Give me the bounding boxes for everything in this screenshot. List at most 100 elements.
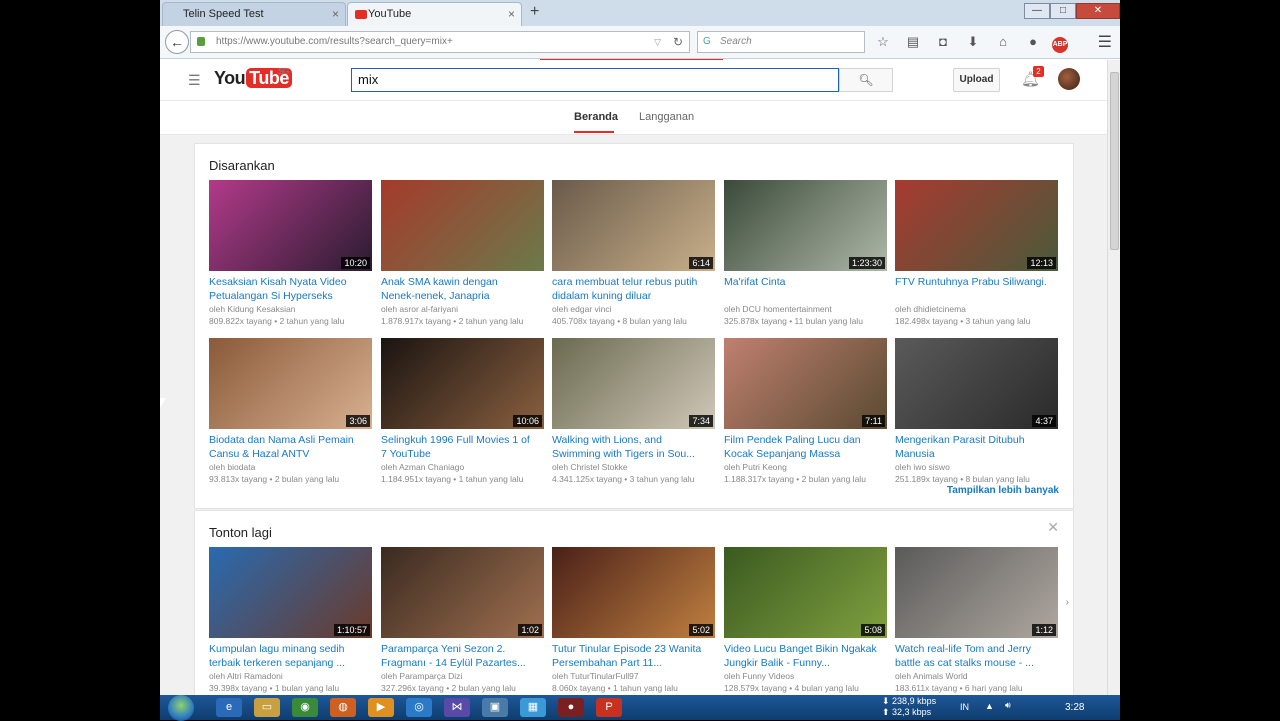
bookmark-star-icon[interactable]: ☆ — [872, 32, 894, 52]
video-thumbnail[interactable]: 3:06 — [209, 338, 372, 429]
close-tab-icon[interactable]: × — [508, 3, 515, 25]
video-thumbnail[interactable]: 7:11 — [724, 338, 887, 429]
download-icon[interactable]: ⬇ — [962, 32, 984, 52]
video-card[interactable]: Anak SMA kawin dengan Nenek-nenek, Janap… — [381, 180, 544, 327]
video-card[interactable]: 1:23:30 Ma'rifat Cinta oleh DCU homenterta… — [724, 180, 887, 327]
avatar[interactable] — [1058, 68, 1080, 90]
app-icon[interactable]: ◎ — [406, 698, 432, 717]
vs-icon[interactable]: ⋈ — [444, 698, 470, 717]
video-title[interactable]: Anak SMA kawin dengan Nenek-nenek, Janap… — [381, 275, 544, 303]
pocket-icon[interactable]: ◘ — [932, 32, 954, 52]
video-title[interactable]: Mengerikan Parasit Ditubuh Manusia — [895, 433, 1058, 461]
video-title[interactable]: Biodata dan Nama Asli Pemain Cansu & Haz… — [209, 433, 372, 461]
close-window-button[interactable]: ✕ — [1076, 3, 1120, 19]
folders-icon[interactable]: ▦ — [520, 698, 546, 717]
video-card[interactable]: 3:06 Biodata dan Nama Asli Pemain Cansu &… — [209, 338, 372, 485]
guide-menu-icon[interactable]: ☰ — [188, 72, 201, 89]
video-card[interactable]: 10:20 Kesaksian Kisah Nyata Video Petuala… — [209, 180, 372, 327]
recorder-icon[interactable]: ● — [558, 698, 584, 717]
video-channel[interactable]: oleh edgar vinci — [552, 303, 715, 315]
video-card[interactable]: 7:34 Walking with Lions, and Swimming wit… — [552, 338, 715, 485]
video-title[interactable]: Paramparça Yeni Sezon 2. Fragmanı - 14 E… — [381, 642, 544, 670]
video-channel[interactable]: oleh Animals World — [895, 670, 1058, 682]
video-title[interactable]: Ma'rifat Cinta — [724, 275, 887, 303]
firefox-icon[interactable]: ◍ — [330, 698, 356, 717]
window-icon[interactable]: ▣ — [482, 698, 508, 717]
minimize-button[interactable]: — — [1024, 3, 1050, 19]
video-thumbnail[interactable]: 4:37 — [895, 338, 1058, 429]
video-channel[interactable]: oleh Putri Keong — [724, 461, 887, 473]
adblock-icon[interactable]: ABP — [1052, 37, 1068, 53]
video-title[interactable]: Tutur Tinular Episode 23 Wanita Persemba… — [552, 642, 715, 670]
video-channel[interactable]: oleh Azman Chaniago — [381, 461, 544, 473]
video-thumbnail[interactable]: 7:34 — [552, 338, 715, 429]
video-card[interactable]: 6:14 cara membuat telur rebus putih didal… — [552, 180, 715, 327]
video-thumbnail[interactable]: 6:14 — [552, 180, 715, 271]
youtube-logo[interactable]: You Tube SG — [214, 67, 292, 92]
video-title[interactable]: Watch real-life Tom and Jerry battle as … — [895, 642, 1058, 670]
video-channel[interactable]: oleh dhidietcinema — [895, 303, 1058, 315]
video-thumbnail[interactable]: 5:02 — [552, 547, 715, 638]
video-channel[interactable]: oleh Altri Ramadoni — [209, 670, 372, 682]
search-engine-icon[interactable]: G — [703, 32, 711, 52]
video-channel[interactable]: oleh Funny Videos — [724, 670, 887, 682]
video-card[interactable]: 1:10:57 Kumpulan lagu minang sedih terbai… — [209, 547, 372, 694]
tab-speed-test[interactable]: Telin Speed Test × — [162, 2, 346, 26]
video-thumbnail[interactable]: 10:06 — [381, 338, 544, 429]
folder-icon[interactable]: ▭ — [254, 698, 280, 717]
next-arrow-icon[interactable]: › — [1066, 597, 1069, 608]
upload-button[interactable]: Upload — [953, 68, 1000, 92]
video-title[interactable]: Video Lucu Banget Bikin Ngakak Jungkir B… — [724, 642, 887, 670]
video-title[interactable]: FTV Runtuhnya Prabu Siliwangi. — [895, 275, 1058, 303]
video-card[interactable]: 1:02 Paramparça Yeni Sezon 2. Fragmanı - … — [381, 547, 544, 694]
browser-search-input[interactable]: G Search — [697, 31, 865, 53]
close-section-icon[interactable]: ✕ — [1047, 519, 1059, 536]
video-thumbnail[interactable]: 12:13 — [895, 180, 1058, 271]
video-thumbnail[interactable]: 10:20 — [209, 180, 372, 271]
video-card[interactable]: 10:06 Selingkuh 1996 Full Movies 1 of 7 Y… — [381, 338, 544, 485]
tray-arrow-icon[interactable]: ▲ — [985, 701, 994, 711]
url-bar[interactable]: https://www.youtube.com/results?search_q… — [190, 31, 690, 53]
video-channel[interactable]: oleh biodata — [209, 461, 372, 473]
video-card[interactable]: 7:11 Film Pendek Paling Lucu dan Kocak Se… — [724, 338, 887, 485]
video-card[interactable]: 5:08 Video Lucu Banget Bikin Ngakak Jungk… — [724, 547, 887, 694]
maximize-button[interactable]: □ — [1050, 3, 1076, 19]
video-card[interactable]: 1:12 Watch real-life Tom and Jerry battle… — [895, 547, 1058, 694]
video-card[interactable]: 5:02 Tutur Tinular Episode 23 Wanita Pers… — [552, 547, 715, 694]
video-thumbnail[interactable]: 1:12 — [895, 547, 1058, 638]
video-title[interactable]: Walking with Lions, and Swimming with Ti… — [552, 433, 715, 461]
video-channel[interactable]: oleh Paramparça Dizi — [381, 670, 544, 682]
video-card[interactable]: 4:37 Mengerikan Parasit Ditubuh Manusia ol… — [895, 338, 1058, 485]
video-channel[interactable]: oleh Kidung Kesaksian — [209, 303, 372, 315]
url-dropdown-icon[interactable]: ▽ — [654, 32, 661, 52]
video-title[interactable]: Film Pendek Paling Lucu dan Kocak Sepanj… — [724, 433, 887, 461]
chat-icon[interactable]: ● — [1022, 32, 1044, 52]
video-thumbnail[interactable]: 1:23:30 — [724, 180, 887, 271]
menu-icon[interactable]: ☰ — [1098, 32, 1112, 52]
video-thumbnail[interactable]: 1:02 — [381, 547, 544, 638]
video-title[interactable]: Selingkuh 1996 Full Movies 1 of 7 YouTub… — [381, 433, 544, 461]
video-title[interactable]: Kumpulan lagu minang sedih terbaik terke… — [209, 642, 372, 670]
media-player-icon[interactable]: ▶ — [368, 698, 394, 717]
video-thumbnail[interactable]: 5:08 — [724, 547, 887, 638]
video-channel[interactable]: oleh TuturTinularFull97 — [552, 670, 715, 682]
show-more-link[interactable]: Tampilkan lebih banyak — [947, 485, 1059, 496]
video-channel[interactable]: oleh iwo siswo — [895, 461, 1058, 473]
tab-beranda[interactable]: Beranda — [574, 111, 618, 133]
video-channel[interactable]: oleh asror al-fariyani — [381, 303, 544, 315]
video-thumbnail[interactable]: 1:10:57 — [209, 547, 372, 638]
volume-icon[interactable]: 🔊︎ — [1005, 700, 1011, 711]
clock[interactable]: 3:28 — [1065, 702, 1084, 713]
scrollbar-thumb[interactable] — [1110, 72, 1119, 250]
powerpoint-icon[interactable]: P — [596, 698, 622, 717]
language-indicator[interactable]: IN — [960, 702, 969, 712]
tab-youtube[interactable]: YouTube × — [347, 2, 522, 26]
video-title[interactable]: cara membuat telur rebus putih didalam k… — [552, 275, 715, 303]
video-channel[interactable]: oleh Christel Stokke — [552, 461, 715, 473]
back-button[interactable]: ← — [165, 30, 189, 54]
close-tab-icon[interactable]: × — [332, 3, 339, 25]
tab-langganan[interactable]: Langganan — [639, 111, 694, 123]
video-thumbnail[interactable] — [381, 180, 544, 271]
reload-icon[interactable]: ↻ — [673, 32, 683, 52]
video-card[interactable]: 12:13 FTV Runtuhnya Prabu Siliwangi. oleh … — [895, 180, 1058, 327]
